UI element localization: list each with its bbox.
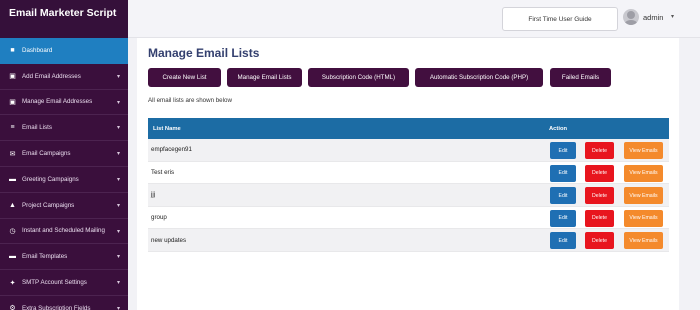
edit-button[interactable]: Edit: [550, 209, 576, 227]
tab-button-1[interactable]: Manage Email Lists: [227, 68, 302, 87]
edit-button[interactable]: Edit: [550, 164, 576, 182]
email-lists-table: List Name Action empfacegen91 Edit Delete V…: [148, 118, 669, 252]
table-row: empfacegen91 Edit Delete View Emails: [148, 139, 669, 162]
sidebar-item-10[interactable]: ⚙ Extra Subscription Fields ▾: [0, 296, 128, 310]
tab-button-0[interactable]: Create New List: [148, 68, 221, 87]
manage-address-icon: ▣: [9, 98, 16, 106]
header-action: Action: [549, 125, 568, 132]
list-icon: ≡: [10, 124, 15, 132]
dashboard-icon: ■: [10, 47, 15, 55]
delete-button[interactable]: Delete: [585, 232, 614, 250]
page-title: Manage Email Lists: [148, 46, 260, 60]
edit-button[interactable]: Edit: [550, 187, 576, 205]
chevron-down-icon: ▾: [116, 202, 120, 209]
list-name-cell: group: [151, 214, 167, 222]
chevron-down-icon: ▾: [116, 305, 120, 310]
caret-down-icon[interactable]: ▾: [671, 13, 674, 20]
chevron-down-icon: ▾: [116, 176, 120, 183]
table-row: jjj Edit Delete View Emails: [148, 184, 669, 207]
chevron-down-icon: ▾: [116, 125, 120, 132]
chevron-down-icon: ▾: [116, 280, 120, 287]
table-row: group Edit Delete View Emails: [148, 207, 669, 230]
sidebar-item-label: Manage Email Addresses: [22, 98, 93, 106]
sidebar-item-label: Greeting Campaigns: [22, 175, 79, 183]
greeting-icon: ▬: [9, 175, 16, 183]
sidebar-item-8[interactable]: ▬ Email Templates ▾: [0, 244, 128, 271]
sidebar-item-2[interactable]: ▣ Manage Email Addresses ▾: [0, 90, 128, 116]
table-header: List Name Action: [148, 118, 669, 139]
table-body: empfacegen91 Edit Delete View Emails Test er…: [148, 139, 669, 252]
sidebar-item-label: Dashboard: [22, 47, 53, 55]
project-icon: ▲: [9, 201, 16, 209]
sidebar-item-9[interactable]: ✦ SMTP Account Settings ▾: [0, 270, 128, 296]
list-name-cell: jjj: [151, 191, 156, 199]
view-emails-button[interactable]: View Emails: [624, 209, 663, 227]
sidebar-item-6[interactable]: ▲ Project Campaigns ▾: [0, 193, 128, 219]
sidebar-item-7[interactable]: ◷ Instant and Scheduled Mailing ▾: [0, 219, 128, 245]
sidebar-item-0[interactable]: ■ Dashboard: [0, 38, 128, 64]
sidebar-item-1[interactable]: ▣ Add Email Addresses ▾: [0, 64, 128, 90]
gear-icon: ⚙: [9, 305, 16, 310]
top-bar: First Time User Guide admin ▾: [128, 0, 700, 38]
sidebar-item-label: Email Templates: [22, 253, 68, 261]
table-row: new updates Edit Delete View Emails: [148, 229, 669, 252]
list-name-cell: empfacegen91: [151, 146, 192, 154]
sidebar-item-label: Email Campaigns: [22, 150, 71, 158]
template-icon: ▬: [9, 253, 16, 261]
sidebar-item-3[interactable]: ≡ Email Lists ▾: [0, 115, 128, 142]
sidebar-item-4[interactable]: ✉ Email Campaigns ▾: [0, 141, 128, 167]
view-emails-button[interactable]: View Emails: [624, 187, 663, 205]
delete-button[interactable]: Delete: [585, 187, 614, 205]
sidebar-item-label: Project Campaigns: [22, 201, 75, 209]
sidebar-item-label: Instant and Scheduled Mailing: [22, 227, 105, 235]
add-address-icon: ▣: [9, 73, 16, 81]
edit-button[interactable]: Edit: [550, 232, 576, 250]
wrench-icon: ✦: [9, 279, 16, 287]
delete-button[interactable]: Delete: [585, 142, 614, 159]
tab-button-2[interactable]: Subscription Code (HTML): [308, 68, 409, 87]
sidebar-item-label: SMTP Account Settings: [22, 279, 87, 287]
list-name-cell: new updates: [151, 236, 187, 244]
brand-title: Email Marketer Script: [0, 0, 128, 38]
delete-button[interactable]: Delete: [585, 164, 614, 182]
chevron-down-icon: ▾: [116, 228, 120, 235]
main-panel: Manage Email Lists Create New List Manage…: [137, 38, 679, 310]
view-emails-button[interactable]: View Emails: [624, 232, 663, 250]
lists-subtitle: All email lists are shown below: [148, 97, 232, 104]
first-time-user-guide-button[interactable]: First Time User Guide: [502, 7, 618, 31]
user-menu-name[interactable]: admin: [643, 13, 663, 22]
chevron-down-icon: ▾: [116, 73, 120, 80]
sidebar-nav: ■ Dashboard ▣ Add Email Addresses ▾ ▣ Manage E…: [0, 38, 128, 310]
list-name-cell: Test eris: [151, 168, 175, 176]
sidebar: Email Marketer Script ■ Dashboard ▣ Add Ema…: [0, 0, 128, 310]
chevron-down-icon: ▾: [116, 254, 120, 261]
delete-button[interactable]: Delete: [585, 209, 614, 227]
view-emails-button[interactable]: View Emails: [624, 164, 663, 182]
edit-button[interactable]: Edit: [550, 142, 576, 159]
envelope-icon: ✉: [9, 150, 16, 158]
table-row: Test eris Edit Delete View Emails: [148, 162, 669, 185]
sidebar-item-label: Extra Subscription Fields: [22, 304, 91, 310]
user-avatar-icon[interactable]: [623, 9, 639, 25]
header-list-name: List Name: [153, 125, 181, 132]
tab-button-4[interactable]: Failed Emails: [550, 68, 611, 87]
tab-button-3[interactable]: Automatic Subscription Code (PHP): [415, 68, 543, 87]
clock-icon: ◷: [9, 227, 16, 235]
sidebar-item-5[interactable]: ▬ Greeting Campaigns ▾: [0, 167, 128, 193]
chevron-down-icon: ▾: [116, 151, 120, 158]
chevron-down-icon: ▾: [116, 99, 120, 106]
sidebar-item-label: Email Lists: [22, 124, 52, 132]
view-emails-button[interactable]: View Emails: [624, 142, 663, 159]
sidebar-item-label: Add Email Addresses: [22, 72, 81, 80]
